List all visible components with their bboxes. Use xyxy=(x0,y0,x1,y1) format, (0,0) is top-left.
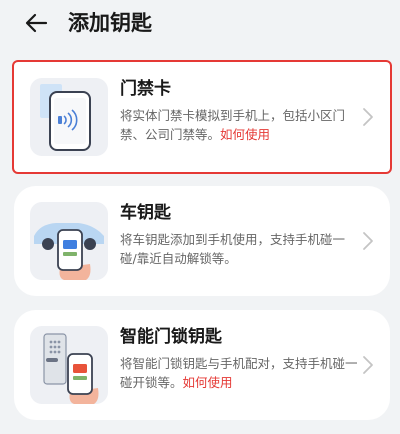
card-description: 将实体门禁卡模拟到手机上，包括小区门禁、公司门禁等。如何使用 xyxy=(120,106,360,144)
card-title: 智能门锁钥匙 xyxy=(120,327,222,347)
card-title: 门禁卡 xyxy=(120,79,171,99)
chevron-right-icon xyxy=(363,108,373,126)
phone-nfc-icon xyxy=(40,84,91,151)
page-title: 添加钥匙 xyxy=(68,11,152,35)
how-to-use-link[interactable]: 如何使用 xyxy=(220,127,270,142)
access-card-illustration xyxy=(30,78,108,156)
card-description: 将智能门锁钥匙与手机配对，支持手机碰一碰开锁等。如何使用 xyxy=(120,354,360,392)
back-arrow-icon[interactable] xyxy=(22,8,52,38)
chevron-right-icon xyxy=(363,232,373,250)
card-desc-text: 将智能门锁钥匙与手机配对，支持手机碰一碰开锁等。 xyxy=(120,356,358,390)
card-access-card[interactable]: 门禁卡 将实体门禁卡模拟到手机上，包括小区门禁、公司门禁等。如何使用 xyxy=(14,62,390,172)
chevron-right-icon xyxy=(363,356,373,374)
card-car-key[interactable]: 车钥匙 将车钥匙添加到手机使用，支持手机碰一碰/靠近自动解锁等。 xyxy=(14,186,390,296)
lock-phone-icon xyxy=(43,333,99,404)
header: 添加钥匙 xyxy=(0,0,400,50)
card-smart-lock-key[interactable]: 智能门锁钥匙 将智能门锁钥匙与手机配对，支持手机碰一碰开锁等。如何使用 xyxy=(14,310,390,420)
how-to-use-link[interactable]: 如何使用 xyxy=(183,375,233,390)
card-desc-text: 将车钥匙添加到手机使用，支持手机碰一碰/靠近自动解锁等。 xyxy=(120,232,346,266)
smart-lock-illustration xyxy=(30,326,108,404)
car-key-illustration xyxy=(30,202,108,280)
card-description: 将车钥匙添加到手机使用，支持手机碰一碰/靠近自动解锁等。 xyxy=(120,230,360,268)
car-phone-icon xyxy=(34,223,104,280)
card-title: 车钥匙 xyxy=(120,203,171,223)
